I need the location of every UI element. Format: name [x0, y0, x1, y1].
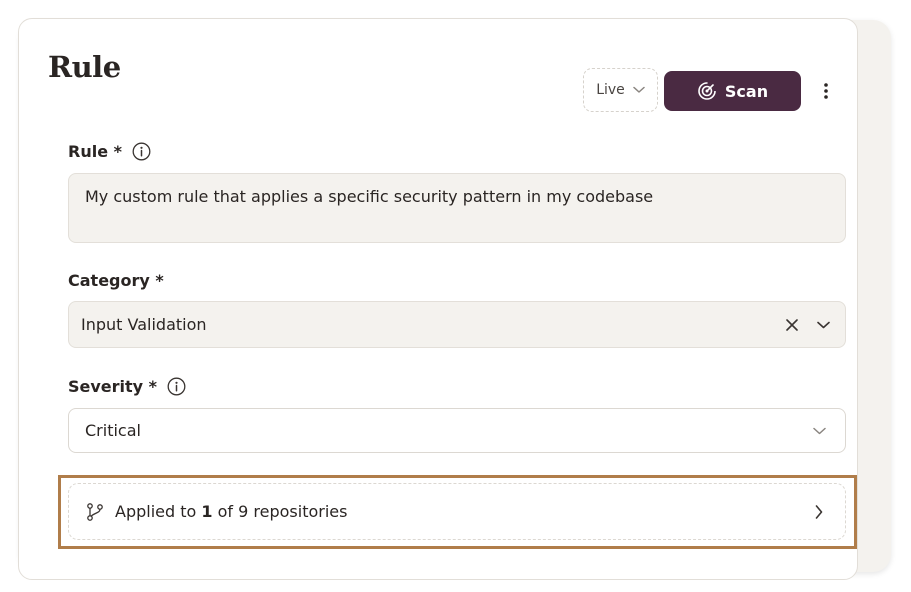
- scan-button[interactable]: Scan: [664, 71, 801, 111]
- severity-label: Severity *: [68, 377, 186, 396]
- status-select-value: Live: [596, 82, 625, 98]
- total-count: 9: [238, 502, 249, 521]
- page-title: Rule: [48, 50, 121, 84]
- status-select[interactable]: Live: [583, 68, 658, 112]
- chevron-down-icon: [809, 427, 829, 435]
- rule-textarea[interactable]: My custom rule that applies a specific s…: [68, 173, 846, 243]
- severity-select[interactable]: Critical: [68, 408, 846, 453]
- info-icon[interactable]: [167, 377, 186, 396]
- category-select[interactable]: Input Validation: [68, 301, 846, 348]
- severity-select-value: Critical: [85, 421, 141, 440]
- scan-button-label: Scan: [724, 81, 769, 101]
- applied-count: 1: [201, 502, 213, 521]
- applied-prefix: Applied to: [115, 502, 202, 521]
- category-label-text: Category *: [68, 271, 164, 290]
- applied-middle: of: [212, 502, 239, 521]
- info-icon[interactable]: [132, 142, 151, 161]
- chevron-down-icon: [633, 86, 645, 94]
- rule-label: Rule *: [68, 142, 151, 161]
- git-branch-icon: [85, 502, 105, 522]
- radar-icon: [697, 81, 717, 101]
- more-options-icon[interactable]: [814, 78, 838, 104]
- applied-repositories-text: Applied to 1 of 9 repositories: [115, 502, 809, 521]
- chevron-right-icon: [809, 504, 829, 519]
- close-icon[interactable]: [780, 318, 804, 331]
- rule-label-text: Rule *: [68, 142, 122, 161]
- chevron-down-icon: [813, 321, 833, 329]
- applied-suffix: repositories: [248, 502, 348, 521]
- category-select-value: Input Validation: [81, 315, 207, 334]
- severity-label-text: Severity *: [68, 377, 158, 396]
- applied-repositories-row[interactable]: Applied to 1 of 9 repositories: [68, 483, 846, 540]
- category-label: Category *: [68, 271, 164, 290]
